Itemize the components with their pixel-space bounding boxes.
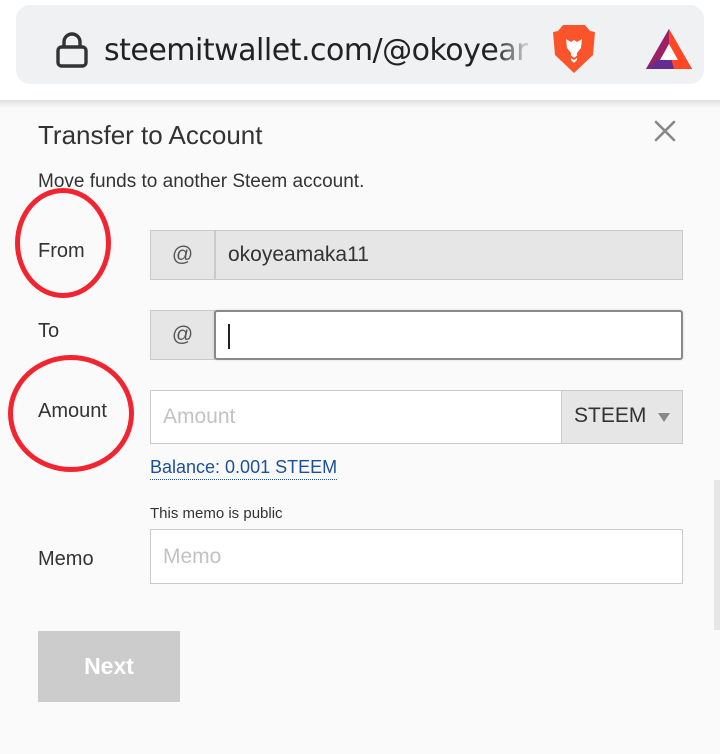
url-fade	[494, 27, 534, 75]
toolbar-shadow	[0, 100, 720, 108]
dropdown-arrow-icon	[658, 413, 670, 422]
bat-icon[interactable]	[644, 27, 694, 71]
amount-placeholder: Amount	[163, 405, 236, 428]
highlight-circle-from	[15, 188, 111, 298]
brave-lion-icon[interactable]	[551, 23, 597, 75]
text-caret	[228, 324, 230, 349]
memo-placeholder: Memo	[163, 545, 222, 568]
to-label: To	[38, 320, 60, 342]
memo-public-note: This memo is public	[150, 505, 283, 522]
from-at-prefix: @	[150, 230, 215, 280]
to-at-prefix: @	[150, 310, 215, 360]
address-bar[interactable]: steemitwallet.com/@okoyeam	[16, 5, 704, 84]
dialog-subtitle: Move funds to another Steem account.	[38, 171, 365, 192]
highlight-circle-amount	[8, 355, 134, 472]
close-icon[interactable]	[653, 119, 677, 143]
memo-label: Memo	[38, 548, 94, 570]
currency-value: STEEM	[574, 404, 647, 427]
memo-field[interactable]: Memo	[150, 529, 683, 584]
to-field[interactable]	[214, 310, 683, 360]
scrollbar-edge	[714, 480, 720, 630]
lock-icon[interactable]	[56, 32, 88, 68]
currency-select[interactable]: STEEM	[561, 390, 683, 444]
browser-toolbar: steemitwallet.com/@okoyeam	[0, 0, 720, 100]
dialog-title: Transfer to Account	[38, 120, 263, 150]
from-field: okoyeamaka11	[215, 230, 683, 280]
next-button[interactable]: Next	[38, 631, 180, 702]
url-text[interactable]: steemitwallet.com/@okoyeam	[104, 31, 528, 71]
amount-field[interactable]: Amount	[150, 390, 562, 444]
balance-link[interactable]: Balance: 0.001 STEEM	[150, 456, 338, 480]
